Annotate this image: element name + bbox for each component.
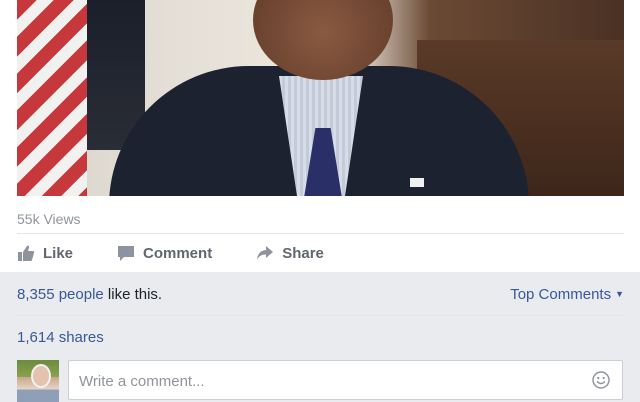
avatar-face (31, 364, 51, 388)
smiley-icon[interactable] (592, 371, 610, 389)
video-frame-pin (410, 178, 424, 187)
video-frame-flag (17, 0, 87, 196)
likes-summary: 8,355 people like this. (17, 286, 162, 303)
comment-composer[interactable] (68, 360, 623, 400)
post-card: 55k Views Like Comment Share (0, 0, 640, 272)
view-count: 55k Views (17, 211, 81, 227)
likes-link[interactable]: 8,355 people (17, 286, 104, 303)
caret-down-icon: ▼ (615, 289, 624, 299)
comment-icon (118, 246, 135, 261)
share-label: Share (282, 244, 324, 262)
share-icon (257, 246, 274, 260)
top-comments-dropdown[interactable]: Top Comments ▼ (510, 286, 624, 303)
comment-button[interactable]: Comment (117, 244, 212, 262)
comment-label: Comment (143, 244, 213, 262)
divider (17, 233, 624, 234)
divider (17, 315, 624, 316)
likes-suffix: like this. (103, 286, 163, 303)
share-button[interactable]: Share (256, 244, 324, 262)
shares-link[interactable]: 1,614 shares (17, 329, 104, 346)
like-label: Like (43, 244, 74, 262)
avatar[interactable] (17, 360, 59, 402)
comment-input[interactable] (77, 369, 581, 393)
top-comments-label: Top Comments (510, 286, 612, 303)
action-bar: Like Comment Share (17, 240, 324, 266)
like-button[interactable]: Like (17, 244, 73, 262)
video-player[interactable] (17, 0, 624, 196)
thumbs-up-icon (18, 245, 35, 261)
